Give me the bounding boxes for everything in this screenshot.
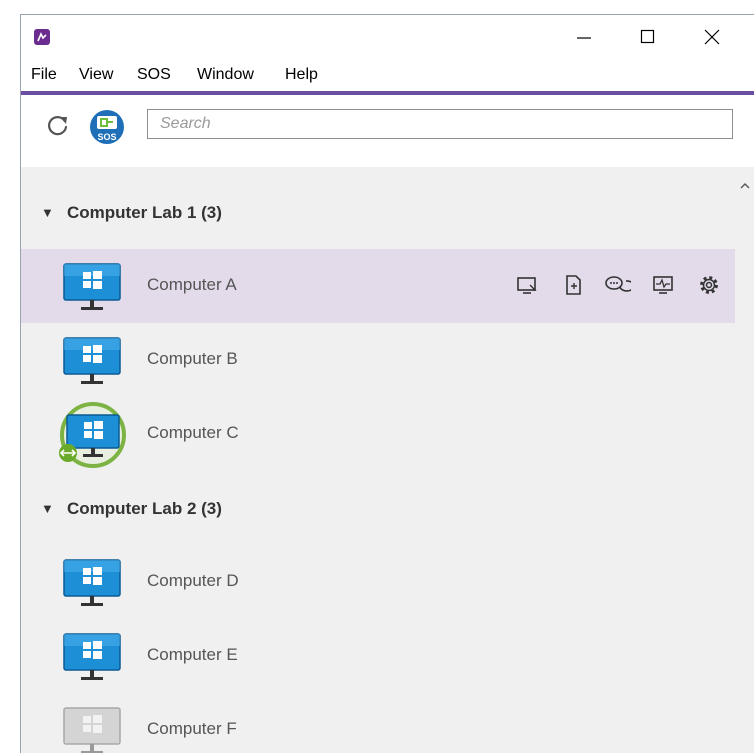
close-button[interactable] bbox=[689, 15, 735, 59]
maximize-icon bbox=[640, 29, 655, 44]
sos-button[interactable]: SOS bbox=[87, 107, 127, 147]
file-transfer-icon[interactable] bbox=[559, 271, 587, 299]
collapse-arrow-icon[interactable]: ▼ bbox=[41, 501, 54, 516]
refresh-icon bbox=[48, 116, 68, 136]
group-title: Computer Lab 1 (3) bbox=[67, 203, 222, 222]
settings-icon[interactable] bbox=[695, 271, 723, 299]
group-header-lab-2[interactable]: ▼ Computer Lab 2 (3) bbox=[21, 483, 735, 537]
computer-row-b[interactable]: Computer B bbox=[21, 323, 735, 397]
computer-row-e[interactable]: Computer E bbox=[21, 619, 735, 693]
menu-window[interactable]: Window bbox=[197, 66, 254, 84]
search-box[interactable] bbox=[147, 109, 733, 139]
monitor-activity-icon[interactable] bbox=[649, 271, 677, 299]
sos-badge-label: SOS bbox=[97, 132, 116, 142]
scroll-up-arrow-icon[interactable] bbox=[735, 175, 754, 195]
toolbar: SOS bbox=[21, 95, 754, 167]
computer-name: Computer E bbox=[147, 645, 238, 664]
windows-monitor-icon bbox=[63, 633, 121, 680]
maximize-button[interactable] bbox=[625, 15, 671, 59]
minimize-icon bbox=[577, 37, 591, 39]
row-actions bbox=[513, 271, 725, 299]
minimize-button[interactable] bbox=[561, 15, 607, 59]
computer-row-f[interactable]: Computer F bbox=[21, 693, 735, 753]
app-logo-icon bbox=[34, 29, 50, 45]
computer-row-a[interactable]: Computer A bbox=[21, 249, 735, 323]
collapse-arrow-icon[interactable]: ▼ bbox=[41, 205, 54, 220]
computer-name: Computer D bbox=[147, 571, 239, 590]
app-window: File View SOS Window Help SOS Search ▼ C… bbox=[20, 14, 754, 753]
vertical-scrollbar[interactable] bbox=[735, 167, 754, 753]
windows-monitor-icon bbox=[63, 263, 121, 310]
menu-sos[interactable]: SOS bbox=[137, 66, 171, 84]
group-header-lab-1[interactable]: ▼ Computer Lab 1 (3) bbox=[21, 187, 735, 241]
title-bar bbox=[21, 15, 754, 59]
computer-name: Computer F bbox=[147, 719, 237, 738]
refresh-button[interactable] bbox=[43, 111, 73, 141]
close-icon bbox=[704, 29, 720, 45]
windows-monitor-icon bbox=[63, 337, 121, 384]
menu-view[interactable]: View bbox=[79, 66, 113, 84]
computer-row-c[interactable]: Computer C bbox=[21, 397, 735, 471]
remote-control-icon[interactable] bbox=[513, 271, 541, 299]
windows-monitor-icon bbox=[63, 559, 121, 606]
computer-name: Computer C bbox=[147, 423, 239, 442]
offline-monitor-icon bbox=[63, 707, 121, 753]
menu-bar: File View SOS Window Help bbox=[21, 59, 754, 91]
menu-help[interactable]: Help bbox=[285, 66, 318, 84]
search-input[interactable] bbox=[148, 110, 732, 138]
computer-name: Computer B bbox=[147, 349, 238, 368]
computer-name: Computer A bbox=[147, 275, 237, 294]
menu-file[interactable]: File bbox=[31, 66, 57, 84]
computer-list: ▼ Computer Lab 1 (3) Computer A Computer… bbox=[21, 167, 735, 753]
chat-icon[interactable] bbox=[603, 271, 631, 299]
group-title: Computer Lab 2 (3) bbox=[67, 499, 222, 518]
sos-icon: SOS bbox=[90, 110, 124, 144]
computer-row-d[interactable]: Computer D bbox=[21, 545, 735, 619]
connected-monitor-icon bbox=[59, 402, 126, 468]
